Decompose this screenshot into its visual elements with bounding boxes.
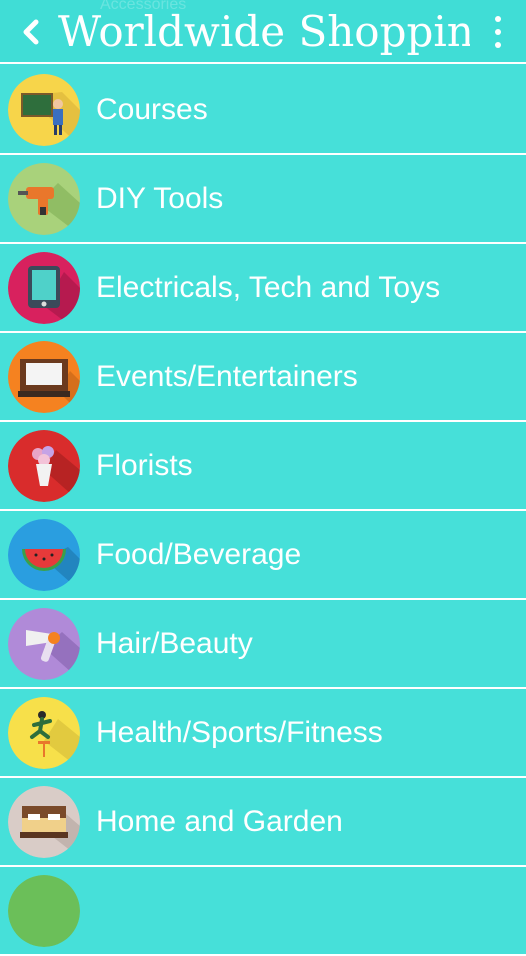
category-item-home[interactable]: Home and Garden [0,778,526,867]
back-button[interactable] [16,14,46,50]
category-label: Electricals, Tech and Toys [96,271,441,304]
hurdle-runner-icon [8,697,80,769]
category-label: DIY Tools [96,182,224,215]
category-item-diy-tools[interactable]: DIY Tools [0,155,526,244]
category-item-partial[interactable] [0,867,526,956]
hairdryer-icon [8,608,80,680]
watermelon-icon [8,519,80,591]
category-label: Florists [96,449,193,482]
drill-icon [8,163,80,235]
category-label: Courses [96,93,208,126]
category-label: Food/Beverage [96,538,302,571]
category-label: Health/Sports/Fitness [96,716,383,749]
chevron-left-icon [23,19,39,45]
category-label: Events/Entertainers [96,360,358,393]
category-item-hair[interactable]: Hair/Beauty [0,600,526,689]
category-item-electricals[interactable]: Electricals, Tech and Toys [0,244,526,333]
page-title: Worldwide Shoppin [58,7,470,56]
category-label: Home and Garden [96,805,343,838]
partial-icon [8,875,80,947]
category-list: Courses DIY Tools Electricals, Tech and … [0,66,526,956]
category-item-florists[interactable]: Florists [0,422,526,511]
category-label: Hair/Beauty [96,627,253,660]
more-vert-icon [495,16,501,22]
overflow-menu-button[interactable] [488,16,508,48]
app-bar: Accessories Worldwide Shoppin [0,0,526,64]
teacher-board-icon [8,74,80,146]
bed-icon [8,786,80,858]
category-item-health[interactable]: Health/Sports/Fitness [0,689,526,778]
category-item-events[interactable]: Events/Entertainers [0,333,526,422]
stage-icon [8,341,80,413]
category-item-courses[interactable]: Courses [0,66,526,155]
category-item-food[interactable]: Food/Beverage [0,511,526,600]
tablet-icon [8,252,80,324]
bouquet-icon [8,430,80,502]
